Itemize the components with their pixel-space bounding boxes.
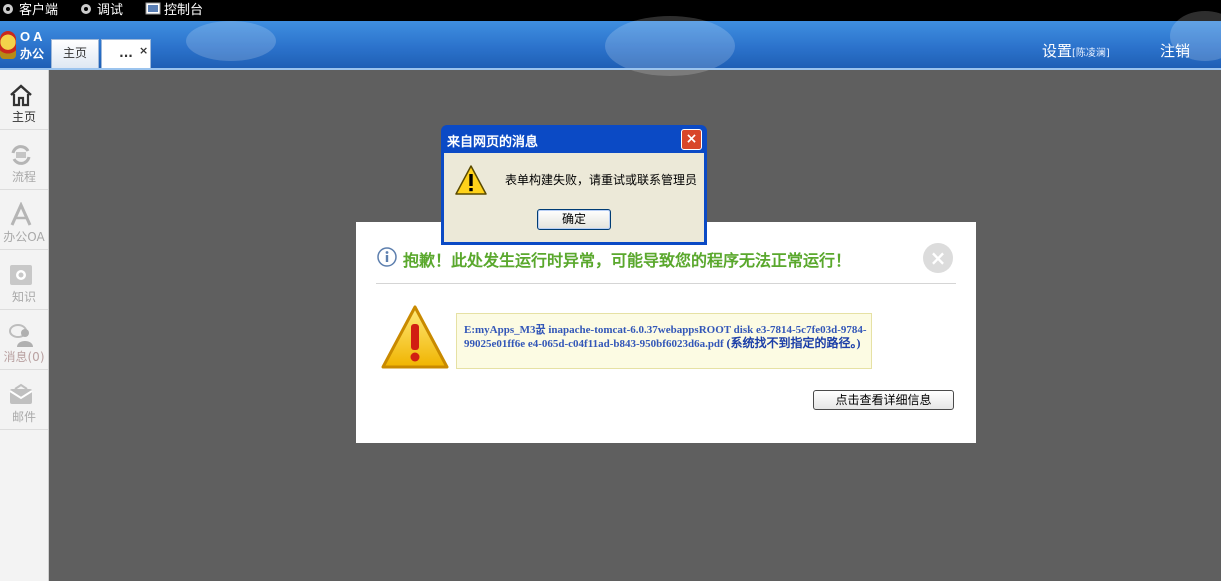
divider: [376, 283, 956, 284]
sidebar: 主页 流程 办公OA 知识 消息(0) 邮件: [0, 70, 49, 581]
console-icon: [145, 2, 161, 15]
error-reason: (系统找不到指定的路径。): [726, 336, 861, 350]
dialog-body: 表单构建失败，请重试或联系管理员 确定: [444, 153, 704, 242]
menu-console[interactable]: 控制台: [145, 2, 203, 19]
message-icon: [9, 324, 33, 347]
current-user: [陈凌澜]: [1072, 48, 1110, 59]
sidebar-item-workflow[interactable]: 流程: [0, 130, 48, 190]
workflow-icon: [11, 145, 31, 165]
tab-home[interactable]: 主页: [51, 39, 99, 68]
top-menubar: 客户端 调试 控制台: [0, 0, 1221, 21]
gear-icon: [3, 4, 13, 14]
emblem-icon: [0, 31, 16, 59]
panel-close-button[interactable]: ×: [923, 243, 953, 273]
settings-label: 设置: [1042, 42, 1073, 60]
dialog-message: 表单构建失败，请重试或联系管理员: [505, 173, 698, 187]
view-details-button[interactable]: 点击查看详细信息: [813, 390, 954, 410]
error-title: 抱歉！此处发生运行时异常，可能导致您的程序无法正常运行！: [403, 251, 852, 270]
logout-link[interactable]: 注销: [1160, 40, 1190, 61]
app-logo: OA 办公: [0, 25, 48, 65]
menu-console-label: 控制台: [164, 3, 204, 18]
settings-link[interactable]: 设置[陈凌澜]: [1042, 40, 1110, 61]
error-panel: 抱歉！此处发生运行时异常，可能导致您的程序无法正常运行！ × E:myApps_…: [356, 222, 976, 443]
sidebar-item-label: 办公OA: [3, 230, 45, 244]
menu-debug[interactable]: 调试: [78, 2, 123, 19]
warning-icon: [455, 165, 487, 195]
sidebar-item-label: 主页: [11, 110, 36, 124]
error-message-box: E:myApps_M3꿊 inapache-tomcat-6.0.37webap…: [456, 313, 872, 369]
message-dialog: 来自网页的消息 × 表单构建失败，请重试或联系管理员 确定: [441, 125, 707, 245]
info-icon: [377, 247, 397, 267]
dialog-close-button[interactable]: ×: [681, 129, 702, 150]
ok-button[interactable]: 确定: [537, 209, 611, 230]
sidebar-item-mail[interactable]: 邮件: [0, 370, 48, 430]
header-divider: [0, 68, 1221, 70]
tab-close-icon[interactable]: ×: [139, 44, 148, 57]
office-icon: [10, 202, 32, 226]
gear-icon: [81, 4, 91, 14]
sidebar-item-home[interactable]: 主页: [0, 70, 48, 130]
cloud-decoration: [605, 16, 735, 76]
knowledge-icon: [10, 265, 32, 285]
sidebar-item-message[interactable]: 消息(0): [0, 310, 48, 370]
sidebar-item-office[interactable]: 办公OA: [0, 190, 48, 250]
sidebar-item-label: 邮件: [11, 410, 36, 424]
mail-icon: [9, 383, 33, 404]
cloud-decoration: [186, 21, 276, 61]
home-icon: [10, 84, 32, 107]
app-header: OA 办公 主页 ... × 设置[陈凌澜] 注销: [0, 11, 1221, 76]
logo-text-office: 办公: [20, 47, 45, 61]
sidebar-item-knowledge[interactable]: 知识: [0, 250, 48, 310]
menu-debug-label: 调试: [97, 3, 124, 18]
menu-client[interactable]: 客户端: [0, 2, 58, 19]
logo-text-oa: OA: [20, 29, 46, 44]
sidebar-item-label: 消息(0): [3, 350, 45, 364]
menu-client-label: 客户端: [19, 3, 59, 18]
close-icon: ×: [929, 246, 947, 270]
dialog-title: 来自网页的消息: [447, 135, 539, 150]
sidebar-item-label: 流程: [11, 170, 36, 184]
warning-icon: [381, 305, 449, 369]
sidebar-item-label: 知识: [11, 290, 36, 304]
